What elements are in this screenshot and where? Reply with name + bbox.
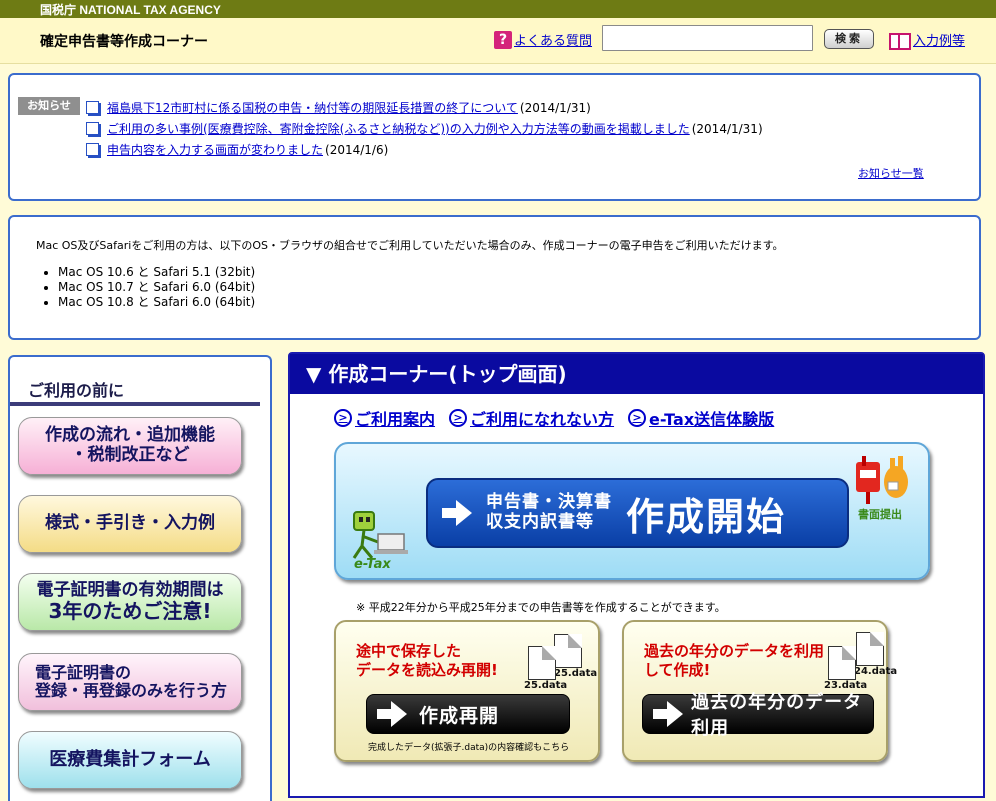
data-file-icon (828, 646, 856, 680)
start-creation-button[interactable]: 申告書・決算書 収支内訳書等 作成開始 (426, 478, 849, 548)
paper-submission-label: 書面提出 (858, 508, 902, 521)
resume-button[interactable]: 作成再開 (366, 694, 570, 734)
past-year-description: 過去の年分のデータを利用 して作成! (644, 642, 825, 679)
arrow-right-icon (653, 701, 684, 727)
left-nav: ご利用の前に 作成の流れ・追加機能 ・税制改正など 様式・手引き・入力例 電子証… (8, 355, 272, 801)
data-file-icon (528, 646, 556, 680)
chevron-right-icon: > (449, 409, 468, 427)
forms-guides-button[interactable]: 様式・手引き・入力例 (18, 495, 242, 553)
data-file-label: 25.data (524, 680, 568, 691)
button-label: 登録・再登録のみを行う方 (35, 681, 228, 700)
start-creation-banner[interactable]: e-Tax 申告書・決算書 収支内訳書等 作成開始 書面提出 (334, 442, 930, 580)
notice-link[interactable]: 申告内容を入力する画面が変わりました (107, 141, 323, 158)
search-button[interactable]: 検索 (824, 29, 874, 49)
button-label: 電子証明書の有効期間は (36, 579, 224, 600)
examples-link[interactable]: 入力例等 (913, 30, 965, 49)
arrow-right-icon (377, 701, 407, 727)
etax-label: e-Tax (354, 557, 391, 572)
notice-link[interactable]: ご利用の多い事例(医療費控除、寄附金控除(ふるさと納税など))の入力例や入力方法… (107, 120, 690, 137)
notice-date: (2014/1/31) (519, 100, 591, 115)
header: 確定申告書等作成コーナー ? よくある質問 検索 入力例等 (0, 18, 996, 64)
past-year-data-button[interactable]: 過去の年分のデータ利用 (642, 692, 874, 739)
mac-intro-text: Mac OS及びSafariをご利用の方は、以下のOS・ブラウザの組合せでご利用… (36, 239, 784, 252)
resume-caption: 完成したデータ(拡張子.data)の内容確認もこちら (368, 743, 570, 753)
list-item: Mac OS 10.8 と Safari 6.0 (64bit) (58, 295, 255, 310)
etax-mascot-icon (352, 511, 408, 559)
document-icon (86, 101, 99, 114)
document-icon (86, 143, 99, 156)
mac-support-list: Mac OS 10.6 と Safari 5.1 (32bit) Mac OS … (58, 265, 255, 310)
book-icon[interactable] (889, 32, 911, 50)
list-item: Mac OS 10.6 と Safari 5.1 (32bit) (58, 265, 255, 280)
button-label: 様式・手引き・入力例 (45, 513, 215, 534)
start-button-label: 作成開始 (626, 494, 787, 539)
agency-bar: 国税庁 NATIONAL TAX AGENCY (0, 0, 996, 18)
page-title: 確定申告書等作成コーナー (40, 34, 208, 50)
etax-trial-link[interactable]: > e-Tax送信体験版 (628, 406, 774, 430)
button-label: 電子証明書の (35, 662, 132, 682)
button-label: 過去の年分のデータ利用 (691, 692, 863, 739)
data-file-label: 25.data (554, 668, 598, 679)
data-file-icon (554, 634, 582, 668)
main-link-row: > ご利用案内 > ご利用になれない方 > e-Tax送信体験版 (334, 406, 774, 430)
notice-item: 福島県下12市町村に係る国税の申告・納付等の期限延長措置の終了について (201… (86, 97, 763, 118)
certificate-register-button[interactable]: 電子証明書の 登録・再登録のみを行う方 (18, 653, 242, 711)
data-file-label: 24.data (854, 666, 898, 677)
arrow-right-icon (442, 500, 472, 526)
notice-item: ご利用の多い事例(医療費控除、寄附金控除(ふるさと納税など))の入力例や入力方法… (86, 118, 763, 139)
notice-list-link[interactable]: お知らせ一覧 (858, 165, 924, 181)
button-label: 作成の流れ・追加機能 (45, 425, 215, 446)
notice-date: (2014/1/31) (691, 121, 763, 136)
document-icon (86, 122, 99, 135)
years-note: ※ 平成22年分から平成25年分までの申告書等を作成することができます。 (356, 601, 726, 614)
mac-info-panel: Mac OS及びSafariをご利用の方は、以下のOS・ブラウザの組合せでご利用… (8, 215, 981, 340)
flow-features-button[interactable]: 作成の流れ・追加機能 ・税制改正など (18, 417, 242, 475)
list-item: Mac OS 10.7 と Safari 6.0 (64bit) (58, 280, 255, 295)
resume-description: 途中で保存した データを読込み再開! (356, 642, 498, 679)
left-nav-divider (10, 402, 260, 406)
faq-link[interactable]: よくある質問 (514, 30, 592, 49)
notice-list: 福島県下12市町村に係る国税の申告・納付等の期限延長措置の終了について (201… (86, 97, 763, 160)
button-label: ・税制改正など (70, 445, 190, 465)
question-icon[interactable]: ? (494, 30, 512, 49)
chevron-right-icon: > (334, 409, 352, 427)
notice-date: (2014/1/6) (325, 142, 389, 157)
button-label: 医療費集計フォーム (49, 748, 211, 770)
start-button-subtitle: 申告書・決算書 収支内訳書等 (486, 492, 612, 532)
button-label: 作成再開 (419, 704, 500, 727)
chevron-right-icon: > (628, 409, 647, 427)
medical-expense-form-button[interactable]: 医療費集計フォーム (18, 731, 242, 789)
usage-guide-link[interactable]: > ご利用案内 (334, 406, 435, 430)
notice-link[interactable]: 福島県下12市町村に係る国税の申告・納付等の期限延長措置の終了について (107, 99, 518, 116)
search-input[interactable] (602, 25, 813, 51)
main-panel: ▼ 作成コーナー(トップ画面) > ご利用案内 > ご利用になれない方 > e-… (288, 352, 985, 798)
faq-link-group[interactable]: ? よくある質問 (494, 30, 592, 49)
agency-name: 国税庁 NATIONAL TAX AGENCY (40, 3, 221, 17)
left-nav-title: ご利用の前に (28, 381, 125, 400)
main-heading: ▼ 作成コーナー(トップ画面) (290, 354, 983, 394)
past-year-panel: 過去の年分のデータを利用 して作成! 24.data 23.data 過去の年分… (622, 620, 897, 762)
data-file-icon (856, 632, 884, 666)
unsupported-users-link[interactable]: > ご利用になれない方 (449, 406, 614, 430)
examples-link-group[interactable]: 入力例等 (889, 30, 965, 50)
notice-item: 申告内容を入力する画面が変わりました (2014/1/6) (86, 139, 763, 160)
button-label: 3年のためご注意! (48, 599, 212, 624)
notice-panel: お知らせ 福島県下12市町村に係る国税の申告・納付等の期限延長措置の終了について… (8, 73, 981, 201)
certificate-validity-button[interactable]: 電子証明書の有効期間は 3年のためご注意! (18, 573, 242, 631)
resume-panel: 途中で保存した データを読込み再開! 25.data 25.data 作成再開 … (334, 620, 600, 762)
notice-tag: お知らせ (18, 97, 80, 115)
